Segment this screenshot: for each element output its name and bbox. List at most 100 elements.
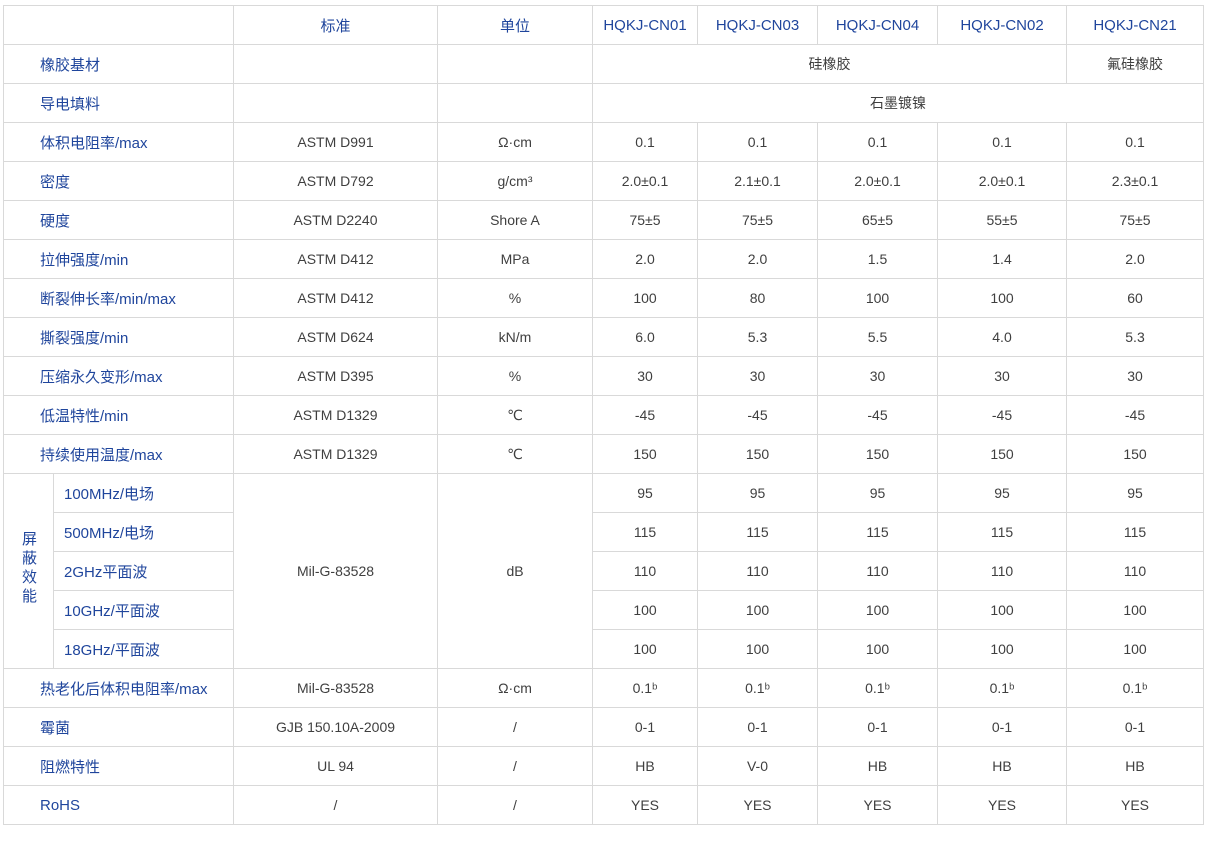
value-cell: -45	[698, 396, 818, 435]
value-cell: 150	[938, 435, 1067, 474]
value-cell: 2.0	[593, 240, 698, 279]
col-header-product: HQKJ-CN03	[698, 6, 818, 45]
value-cell: YES	[818, 786, 938, 825]
row-label: 热老化后体积电阻率/max	[4, 669, 234, 708]
value-cell: 30	[1067, 357, 1204, 396]
value-cell: 0.1ᵇ	[938, 669, 1067, 708]
standard-cell: UL 94	[234, 747, 438, 786]
value-cell: 5.3	[698, 318, 818, 357]
standard-cell: GJB 150.10A-2009	[234, 708, 438, 747]
table-row: 屏蔽效能100MHz/电场Mil-G-83528dB9595959595	[4, 474, 1204, 513]
value-cell: 100	[818, 630, 938, 669]
value-cell: 95	[818, 474, 938, 513]
shield-group-label: 屏蔽效能	[4, 474, 54, 669]
value-cell: 75±5	[698, 201, 818, 240]
standard-cell: ASTM D412	[234, 279, 438, 318]
unit-cell: g/cm³	[438, 162, 593, 201]
standard-cell: Mil-G-83528	[234, 474, 438, 669]
value-cell: 60	[1067, 279, 1204, 318]
standard-cell: ASTM D395	[234, 357, 438, 396]
value-cell: 110	[938, 552, 1067, 591]
standard-cell: ASTM D792	[234, 162, 438, 201]
value-cell: 80	[698, 279, 818, 318]
row-label: 100MHz/电场	[54, 474, 234, 513]
row-label: 导电填料	[4, 84, 234, 123]
value-cell: 100	[938, 279, 1067, 318]
standard-cell: ASTM D624	[234, 318, 438, 357]
row-label: 撕裂强度/min	[4, 318, 234, 357]
standard-cell: ASTM D1329	[234, 435, 438, 474]
unit-cell: /	[438, 708, 593, 747]
table-row: 10GHz/平面波100100100100100	[4, 591, 1204, 630]
value-cell: 0.1	[593, 123, 698, 162]
header-row: 标准 单位 HQKJ-CN01 HQKJ-CN03 HQKJ-CN04 HQKJ…	[4, 6, 1204, 45]
value-cell: 5.5	[818, 318, 938, 357]
value-cell: YES	[593, 786, 698, 825]
standard-cell: Mil-G-83528	[234, 669, 438, 708]
value-cell: 115	[1067, 513, 1204, 552]
row-label: 断裂伸长率/min/max	[4, 279, 234, 318]
value-cell: 0.1	[1067, 123, 1204, 162]
table-row: 热老化后体积电阻率/maxMil-G-83528Ω·cm0.1ᵇ0.1ᵇ0.1ᵇ…	[4, 669, 1204, 708]
value-cell: 100	[593, 591, 698, 630]
value-cell: 0.1ᵇ	[698, 669, 818, 708]
value-cell: 0.1	[818, 123, 938, 162]
value-cell: 100	[593, 630, 698, 669]
shield-group-label-text: 屏蔽效能	[21, 531, 36, 607]
table-row: 2GHz平面波110110110110110	[4, 552, 1204, 591]
row-label: 橡胶基材	[4, 45, 234, 84]
value-cell: 100	[1067, 630, 1204, 669]
unit-cell: Shore A	[438, 201, 593, 240]
value-cell: 4.0	[938, 318, 1067, 357]
value-cell: -45	[1067, 396, 1204, 435]
row-label: 持续使用温度/max	[4, 435, 234, 474]
page: 标准 单位 HQKJ-CN01 HQKJ-CN03 HQKJ-CN04 HQKJ…	[0, 0, 1205, 830]
table-row: 撕裂强度/minASTM D624kN/m6.05.35.54.05.3	[4, 318, 1204, 357]
table-row: 密度ASTM D792g/cm³2.0±0.12.1±0.12.0±0.12.0…	[4, 162, 1204, 201]
value-cell: 75±5	[593, 201, 698, 240]
value-cell: 100	[698, 591, 818, 630]
value-cell: -45	[593, 396, 698, 435]
col-header-product: HQKJ-CN01	[593, 6, 698, 45]
value-cell: 30	[593, 357, 698, 396]
value-cell: 5.3	[1067, 318, 1204, 357]
col-header-product: HQKJ-CN21	[1067, 6, 1204, 45]
value-cell: 100	[818, 279, 938, 318]
row-label: 密度	[4, 162, 234, 201]
value-cell: 95	[698, 474, 818, 513]
value-cell: 55±5	[938, 201, 1067, 240]
value-cell: 115	[818, 513, 938, 552]
unit-cell: %	[438, 279, 593, 318]
row-label: 硬度	[4, 201, 234, 240]
standard-cell: ASTM D412	[234, 240, 438, 279]
unit-cell	[438, 45, 593, 84]
col-header-unit: 单位	[438, 6, 593, 45]
value-cell: 150	[698, 435, 818, 474]
value-cell: 100	[938, 630, 1067, 669]
value-cell: 100	[938, 591, 1067, 630]
corner-cell	[4, 6, 234, 45]
row-label: 2GHz平面波	[54, 552, 234, 591]
row-label: 10GHz/平面波	[54, 591, 234, 630]
value-cell: YES	[1067, 786, 1204, 825]
table-row: 低温特性/minASTM D1329℃-45-45-45-45-45	[4, 396, 1204, 435]
unit-cell: Ω·cm	[438, 123, 593, 162]
spec-table: 标准 单位 HQKJ-CN01 HQKJ-CN03 HQKJ-CN04 HQKJ…	[3, 5, 1204, 825]
value-cell: 150	[1067, 435, 1204, 474]
value-cell: 0-1	[593, 708, 698, 747]
row-label: 拉伸强度/min	[4, 240, 234, 279]
value-cell: 2.0	[698, 240, 818, 279]
material-span-cell: 石墨镀镍	[593, 84, 1204, 123]
value-cell: 100	[698, 630, 818, 669]
value-cell: 0-1	[818, 708, 938, 747]
value-cell: 2.0±0.1	[593, 162, 698, 201]
value-cell: HB	[593, 747, 698, 786]
value-cell: 110	[593, 552, 698, 591]
table-row: RoHS//YESYESYESYESYES	[4, 786, 1204, 825]
value-cell: 110	[698, 552, 818, 591]
value-cell: 150	[818, 435, 938, 474]
table-row: 压缩永久变形/maxASTM D395%3030303030	[4, 357, 1204, 396]
row-label: 18GHz/平面波	[54, 630, 234, 669]
row-label: 500MHz/电场	[54, 513, 234, 552]
value-cell: 115	[938, 513, 1067, 552]
